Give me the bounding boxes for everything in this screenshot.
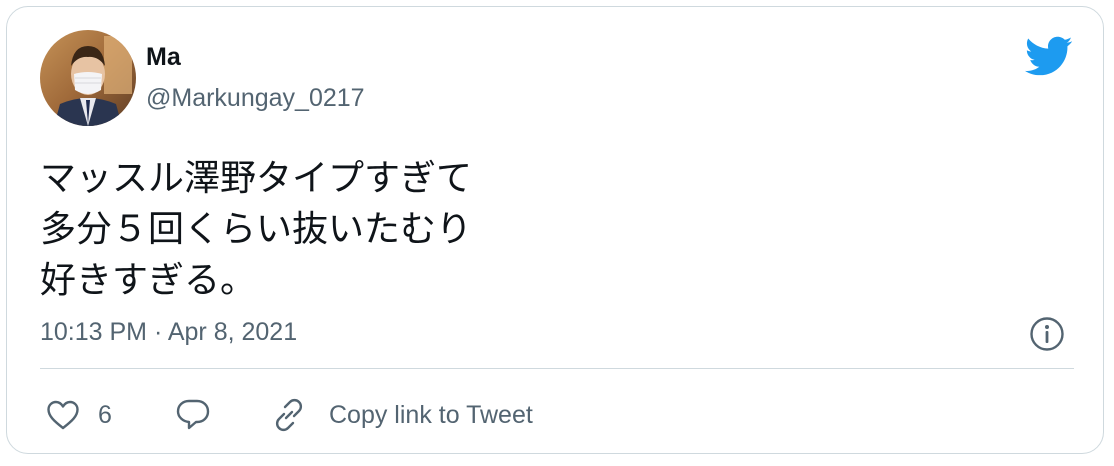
tweet-text-line: 多分５回くらい抜いたむり: [40, 209, 473, 250]
tweet-text: マッスル澤野タイプすぎて 多分５回くらい抜いたむり 好きすぎる。: [40, 153, 1040, 306]
twitter-bird-icon[interactable]: [1023, 35, 1073, 77]
info-icon[interactable]: [1029, 316, 1065, 352]
tweet-text-line: 好きすぎる。: [40, 260, 257, 301]
copy-link-button[interactable]: Copy link to Tweet: [271, 395, 533, 435]
tweet-text-line: マッスル澤野タイプすぎて: [40, 158, 473, 199]
link-icon: [275, 398, 303, 432]
divider: [40, 368, 1074, 369]
reply-icon: [176, 399, 210, 430]
tweet-card: Ma @Markungay_0217 マッスル澤野タイプすぎて 多分５回くらい抜…: [6, 6, 1104, 454]
avatar-image: [40, 30, 136, 126]
like-button[interactable]: 6: [46, 395, 112, 435]
tweet-timestamp[interactable]: 10:13 PM · Apr 8, 2021: [40, 318, 297, 347]
author-name[interactable]: Ma: [146, 43, 181, 72]
reply-button[interactable]: [175, 395, 211, 435]
avatar[interactable]: [40, 30, 136, 126]
heart-icon: [47, 400, 79, 430]
like-count: 6: [98, 400, 112, 429]
author-handle[interactable]: @Markungay_0217: [146, 84, 365, 113]
copy-link-label: Copy link to Tweet: [329, 400, 533, 429]
